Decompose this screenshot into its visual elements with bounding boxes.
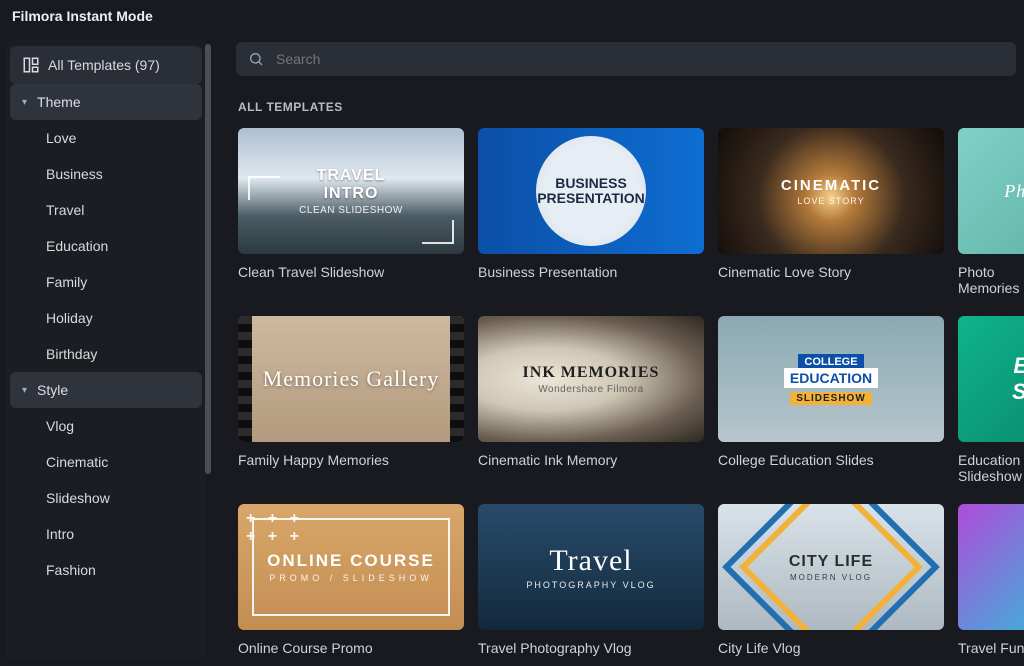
- template-card[interactable]: Photo Memories Photo Memories: [958, 128, 1024, 296]
- template-card[interactable]: Memories Gallery Family Happy Memories: [238, 316, 464, 484]
- sidebar-item-love[interactable]: Love: [38, 120, 202, 156]
- template-thumb: CITY LIFE MODERN VLOG: [718, 504, 944, 630]
- template-label: City Life Vlog: [718, 640, 944, 656]
- sidebar-group-style[interactable]: ▾ Style: [10, 372, 202, 408]
- template-card[interactable]: TRAVELINTRO CLEAN SLIDESHOW Clean Travel…: [238, 128, 464, 296]
- template-thumb: [958, 504, 1024, 630]
- sidebar-item-intro[interactable]: Intro: [38, 516, 202, 552]
- sidebar-group-style-label: Style: [37, 382, 68, 398]
- sidebar: All Templates (97) ▾ Theme Love Business…: [0, 34, 214, 666]
- sidebar-all-label: All Templates (97): [48, 57, 160, 73]
- template-thumb: Memories Gallery: [238, 316, 464, 442]
- template-thumb: TRAVELINTRO CLEAN SLIDESHOW: [238, 128, 464, 254]
- sidebar-scrollbar[interactable]: [205, 44, 211, 474]
- sidebar-group-theme-label: Theme: [37, 94, 81, 110]
- sidebar-all-templates[interactable]: All Templates (97): [10, 46, 202, 84]
- sidebar-item-travel[interactable]: Travel: [38, 192, 202, 228]
- sidebar-item-label: Slideshow: [46, 490, 110, 506]
- template-label: Cinematic Love Story: [718, 264, 944, 280]
- sidebar-item-cinematic[interactable]: Cinematic: [38, 444, 202, 480]
- template-card[interactable]: + + ++ + + ONLINE COURSE PROMO / SLIDESH…: [238, 504, 464, 656]
- template-thumb: Travel PHOTOGRAPHY VLOG: [478, 504, 704, 630]
- app-title: Filmora Instant Mode: [0, 0, 1024, 34]
- search-icon: [248, 51, 264, 67]
- sidebar-item-education[interactable]: Education: [38, 228, 202, 264]
- template-label: Business Presentation: [478, 264, 704, 280]
- template-label: Travel Photography Vlog: [478, 640, 704, 656]
- template-card[interactable]: Travel Fun: [958, 504, 1024, 656]
- template-card[interactable]: INK MEMORIES Wondershare Filmora Cinemat…: [478, 316, 704, 484]
- template-thumb: COLLEGE EDUCATION SLIDESHOW: [718, 316, 944, 442]
- sidebar-group-theme[interactable]: ▾ Theme: [10, 84, 202, 120]
- sidebar-item-label: Fashion: [46, 562, 96, 578]
- template-grid: TRAVELINTRO CLEAN SLIDESHOW Clean Travel…: [238, 128, 1024, 656]
- template-thumb: CINEMATIC LOVE STORY: [718, 128, 944, 254]
- sidebar-item-label: Vlog: [46, 418, 74, 434]
- template-label: College Education Slides: [718, 452, 944, 468]
- template-thumb: Photo Memories: [958, 128, 1024, 254]
- sidebar-item-label: Love: [46, 130, 76, 146]
- sidebar-item-birthday[interactable]: Birthday: [38, 336, 202, 372]
- template-label: Online Course Promo: [238, 640, 464, 656]
- sidebar-item-label: Education: [46, 238, 108, 254]
- sidebar-item-label: Holiday: [46, 310, 93, 326]
- sidebar-item-label: Travel: [46, 202, 84, 218]
- caret-down-icon: ▾: [22, 97, 27, 108]
- main-panel: ALL TEMPLATES TRAVELINTRO CLEAN SLIDESHO…: [214, 34, 1024, 666]
- sidebar-item-business[interactable]: Business: [38, 156, 202, 192]
- sidebar-item-label: Intro: [46, 526, 74, 542]
- template-label: Cinematic Ink Memory: [478, 452, 704, 468]
- template-card[interactable]: Travel PHOTOGRAPHY VLOG Travel Photograp…: [478, 504, 704, 656]
- template-card[interactable]: BUSINESSPRESENTATION Business Presentati…: [478, 128, 704, 296]
- sidebar-item-holiday[interactable]: Holiday: [38, 300, 202, 336]
- template-card[interactable]: EducationSlideshow Education Slideshow: [958, 316, 1024, 484]
- template-label: Travel Fun: [958, 640, 1024, 656]
- sidebar-item-fashion[interactable]: Fashion: [38, 552, 202, 588]
- search-bar[interactable]: [236, 42, 1016, 76]
- search-input[interactable]: [274, 50, 1004, 68]
- template-label: Clean Travel Slideshow: [238, 264, 464, 280]
- template-card[interactable]: CITY LIFE MODERN VLOG City Life Vlog: [718, 504, 944, 656]
- template-label: Family Happy Memories: [238, 452, 464, 468]
- template-card[interactable]: CINEMATIC LOVE STORY Cinematic Love Stor…: [718, 128, 944, 296]
- sidebar-item-label: Cinematic: [46, 454, 108, 470]
- sidebar-item-label: Birthday: [46, 346, 97, 362]
- template-thumb: BUSINESSPRESENTATION: [478, 128, 704, 254]
- template-thumb: + + ++ + + ONLINE COURSE PROMO / SLIDESH…: [238, 504, 464, 630]
- sidebar-item-slideshow[interactable]: Slideshow: [38, 480, 202, 516]
- caret-down-icon: ▾: [22, 385, 27, 396]
- sidebar-item-family[interactable]: Family: [38, 264, 202, 300]
- template-label: Education Slideshow: [958, 452, 1024, 484]
- sidebar-item-vlog[interactable]: Vlog: [38, 408, 202, 444]
- template-label: Photo Memories: [958, 264, 1024, 296]
- section-title: ALL TEMPLATES: [238, 100, 1024, 114]
- sidebar-item-label: Business: [46, 166, 103, 182]
- sidebar-item-label: Family: [46, 274, 87, 290]
- template-thumb: EducationSlideshow: [958, 316, 1024, 442]
- template-card[interactable]: COLLEGE EDUCATION SLIDESHOW College Educ…: [718, 316, 944, 484]
- grid-icon: [22, 56, 40, 74]
- template-thumb: INK MEMORIES Wondershare Filmora: [478, 316, 704, 442]
